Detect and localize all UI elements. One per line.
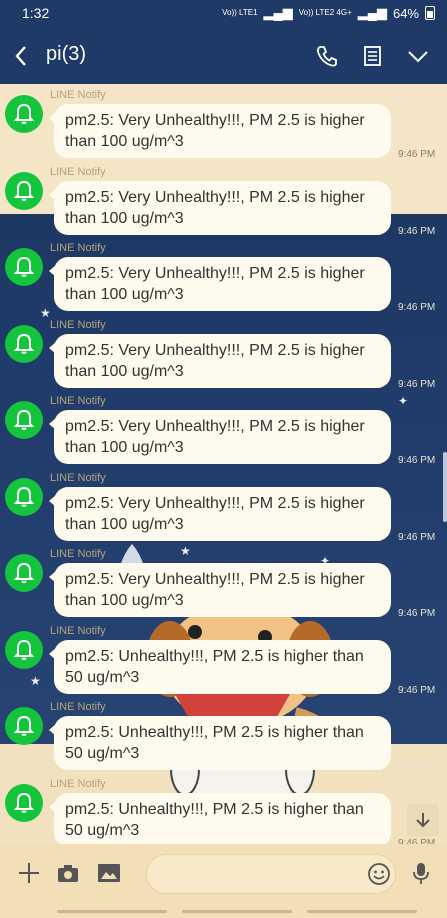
- sender-name: LINE Notify: [50, 165, 106, 178]
- plus-icon[interactable]: [14, 858, 44, 888]
- message-bubble[interactable]: pm2.5: Unhealthy!!!, PM 2.5 is higher th…: [49, 792, 391, 844]
- chat-header: pi(3): [0, 28, 447, 84]
- message-row: LINE Notify pm2.5: Very Unhealthy!!!, PM …: [0, 548, 447, 624]
- message-time: 9:46 PM: [398, 225, 436, 237]
- line-notify-avatar[interactable]: [5, 630, 43, 669]
- message-bubble[interactable]: pm2.5: Unhealthy!!!, PM 2.5 is higher th…: [49, 716, 391, 770]
- bell-icon: [13, 333, 35, 354]
- line-notify-avatar[interactable]: [5, 707, 43, 745]
- chevron-down-icon[interactable]: [404, 42, 432, 70]
- message-time: 9:46 PM: [398, 684, 436, 696]
- message-time: 9:46 PM: [398, 531, 436, 543]
- phone-icon[interactable]: [313, 42, 341, 70]
- bell-icon: [13, 792, 35, 813]
- sender-name: LINE Notify: [50, 395, 106, 407]
- nav-back[interactable]: [307, 910, 417, 913]
- sender-name: LINE Notify: [50, 242, 106, 254]
- battery-icon: [425, 6, 435, 20]
- camera-icon[interactable]: [53, 858, 83, 888]
- bell-icon: [13, 715, 35, 736]
- message-row: LINE Notify pm2.5: Very Unhealthy!!!, PM …: [0, 242, 447, 318]
- message-bubble[interactable]: pm2.5: Very Unhealthy!!!, PM 2.5 is high…: [49, 180, 391, 235]
- line-notify-avatar[interactable]: [5, 554, 43, 592]
- signal-bars-icon: ▂▄▆: [263, 5, 293, 20]
- line-notify-avatar[interactable]: [5, 477, 43, 516]
- notes-icon[interactable]: [359, 42, 387, 70]
- signal-bars-icon: ▂▄▆: [357, 5, 387, 20]
- message-time: 9:46 PM: [398, 302, 436, 313]
- nav-recent[interactable]: [57, 910, 167, 913]
- message-bubble[interactable]: pm2.5: Very Unhealthy!!!, PM 2.5 is high…: [49, 104, 391, 158]
- message-time: 9:46 PM: [398, 455, 436, 466]
- sender-name: LINE Notify: [50, 548, 106, 560]
- status-time: 1:32: [22, 5, 50, 21]
- system-nav-bar: [0, 906, 447, 918]
- line-notify-avatar[interactable]: [5, 248, 43, 286]
- signal-lte1: Vo)) LTE1: [222, 8, 258, 17]
- nav-home[interactable]: [182, 910, 292, 913]
- chat-area[interactable]: ★ ✦ ★ ★ ✦ LINE Notify pm2.5: Very Unhealt…: [0, 84, 447, 844]
- message-bubble[interactable]: pm2.5: Very Unhealthy!!!, PM 2.5 is high…: [49, 486, 391, 541]
- bell-icon: [13, 103, 35, 124]
- message-bubble[interactable]: pm2.5: Unhealthy!!!, PM 2.5 is higher th…: [49, 639, 391, 694]
- scroll-to-bottom-button[interactable]: [407, 804, 439, 836]
- microphone-icon[interactable]: [406, 858, 436, 888]
- bell-icon: [13, 562, 35, 583]
- line-notify-avatar[interactable]: [5, 401, 43, 439]
- scrollbar[interactable]: [443, 452, 447, 522]
- message-row: LINE Notify pm2.5: Very Unhealthy!!!, PM …: [0, 472, 447, 548]
- signal-lte2: Vo)) LTE2 4G+: [298, 8, 352, 17]
- message-row: LINE Notify pm2.5: Very Unhealthy!!!, PM …: [0, 319, 447, 395]
- line-notify-avatar[interactable]: [5, 171, 43, 210]
- message-bubble[interactable]: pm2.5: Very Unhealthy!!!, PM 2.5 is high…: [49, 410, 391, 464]
- sender-name: LINE Notify: [50, 777, 106, 790]
- bell-icon: [13, 486, 35, 507]
- message-bubble[interactable]: pm2.5: Very Unhealthy!!!, PM 2.5 is high…: [49, 333, 391, 388]
- message-row: LINE Notify pm2.5: Unhealthy!!!, PM 2.5 i…: [0, 777, 447, 844]
- message-row: LINE Notify pm2.5: Unhealthy!!!, PM 2.5 i…: [0, 701, 447, 777]
- bell-icon: [13, 639, 35, 660]
- sender-name: LINE Notify: [50, 89, 106, 101]
- message-bubble[interactable]: pm2.5: Very Unhealthy!!!, PM 2.5 is high…: [49, 257, 391, 311]
- message-time: 9:46 PM: [398, 378, 436, 390]
- arrow-down-icon: [416, 813, 430, 828]
- message-row: LINE Notify pm2.5: Very Unhealthy!!!, PM …: [0, 395, 447, 471]
- chat-title[interactable]: pi(3): [46, 43, 86, 66]
- message-time: 9:46 PM: [398, 608, 436, 619]
- message-time: 9:46 PM: [398, 149, 436, 160]
- image-icon[interactable]: [94, 858, 124, 888]
- bell-icon: [13, 409, 35, 430]
- message-row: LINE Notify pm2.5: Unhealthy!!!, PM 2.5 i…: [0, 625, 447, 701]
- emoji-icon[interactable]: [364, 859, 394, 889]
- status-indicators: Vo)) LTE1 ▂▄▆ Vo)) LTE2 4G+ ▂▄▆ 64%: [222, 5, 435, 21]
- bell-icon: [13, 180, 35, 201]
- line-notify-avatar[interactable]: [5, 324, 43, 363]
- message-time: 9:46 PM: [398, 761, 436, 772]
- line-notify-avatar[interactable]: [5, 95, 43, 133]
- sender-name: LINE Notify: [50, 318, 106, 331]
- message-row: LINE Notify pm2.5: Very Unhealthy!!!, PM …: [0, 89, 447, 165]
- sender-name: LINE Notify: [50, 624, 106, 637]
- message-row: LINE Notify pm2.5: Very Unhealthy!!!, PM …: [0, 166, 447, 242]
- message-bubble[interactable]: pm2.5: Very Unhealthy!!!, PM 2.5 is high…: [49, 563, 391, 617]
- sender-name: LINE Notify: [50, 471, 106, 484]
- message-input[interactable]: [146, 854, 396, 894]
- back-icon[interactable]: [10, 42, 34, 70]
- input-bar: [0, 844, 447, 906]
- status-bar: 1:32 Vo)) LTE1 ▂▄▆ Vo)) LTE2 4G+ ▂▄▆ 64%: [0, 0, 447, 28]
- battery-percent: 64%: [392, 5, 419, 21]
- line-notify-avatar[interactable]: [5, 783, 43, 822]
- bell-icon: [13, 256, 35, 277]
- sender-name: LINE Notify: [50, 701, 106, 713]
